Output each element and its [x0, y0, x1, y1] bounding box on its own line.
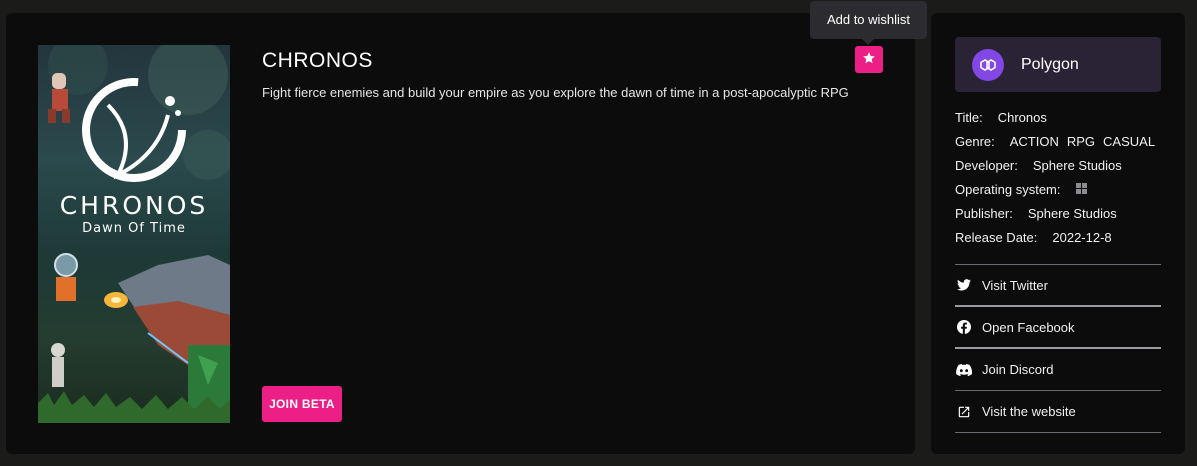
windows-icon	[1075, 182, 1087, 197]
title-label: Title:	[955, 109, 983, 125]
release-label: Release Date:	[955, 229, 1038, 245]
link-label: Visit Twitter	[982, 277, 1048, 293]
twitter-icon	[956, 277, 972, 293]
join-beta-button[interactable]: JOIN BETA	[262, 386, 342, 422]
visit-website-link[interactable]: Visit the website	[955, 391, 1161, 433]
info-release-row: Release Date: 2022-12-8	[955, 225, 1161, 249]
genre-tag: ACTION	[1009, 133, 1059, 149]
genre-label: Genre:	[955, 133, 995, 149]
game-details-panel: Polygon Title: Chronos Genre: ACTION RPG…	[931, 13, 1185, 454]
external-links: Visit Twitter Open Facebook Join Discord…	[955, 264, 1161, 433]
info-os-row: Operating system:	[955, 177, 1161, 201]
open-facebook-link[interactable]: Open Facebook	[955, 307, 1161, 349]
facebook-icon	[956, 319, 972, 335]
game-cover-image: CHRONOS Dawn Of Time	[38, 45, 230, 423]
info-developer-row: Developer: Sphere Studios	[955, 153, 1161, 177]
discord-icon	[956, 362, 972, 378]
wishlist-tooltip: Add to wishlist	[810, 1, 927, 45]
info-title-row: Title: Chronos	[955, 105, 1161, 129]
genre-tag: RPG	[1066, 133, 1096, 149]
polygon-icon	[972, 48, 1004, 81]
blockchain-badge: Polygon	[955, 37, 1161, 92]
cover-subtitle: Dawn Of Time	[82, 221, 186, 236]
developer-value: Sphere Studios	[1032, 157, 1122, 173]
info-genre-row: Genre: ACTION RPG CASUAL	[955, 129, 1161, 153]
link-label: Join Discord	[982, 362, 1054, 377]
game-card: CHRONOS Dawn Of Time CHRONOS Fight fierc…	[6, 1, 927, 454]
join-discord-link[interactable]: Join Discord	[955, 349, 1161, 391]
game-description: Fight fierce enemies and build your empi…	[262, 85, 849, 100]
genre-tag: CASUAL	[1103, 133, 1156, 149]
info-publisher-row: Publisher: Sphere Studios	[955, 201, 1161, 225]
link-label: Visit the website	[982, 404, 1076, 419]
star-icon	[862, 51, 876, 68]
link-label: Open Facebook	[982, 319, 1075, 335]
os-label: Operating system:	[955, 181, 1061, 197]
game-title: CHRONOS	[262, 49, 373, 72]
cover-title: CHRONOS	[59, 191, 209, 220]
release-value: 2022-12-8	[1052, 229, 1112, 245]
publisher-value: Sphere Studios	[1027, 205, 1117, 221]
title-value: Chronos	[997, 109, 1047, 125]
add-to-wishlist-button[interactable]	[855, 46, 883, 73]
visit-twitter-link[interactable]: Visit Twitter	[955, 265, 1161, 307]
blockchain-name: Polygon	[1021, 55, 1079, 73]
external-link-icon	[956, 404, 972, 420]
game-info-list: Title: Chronos Genre: ACTION RPG CASUAL …	[955, 105, 1161, 249]
developer-label: Developer:	[955, 157, 1018, 173]
publisher-label: Publisher:	[955, 205, 1013, 221]
